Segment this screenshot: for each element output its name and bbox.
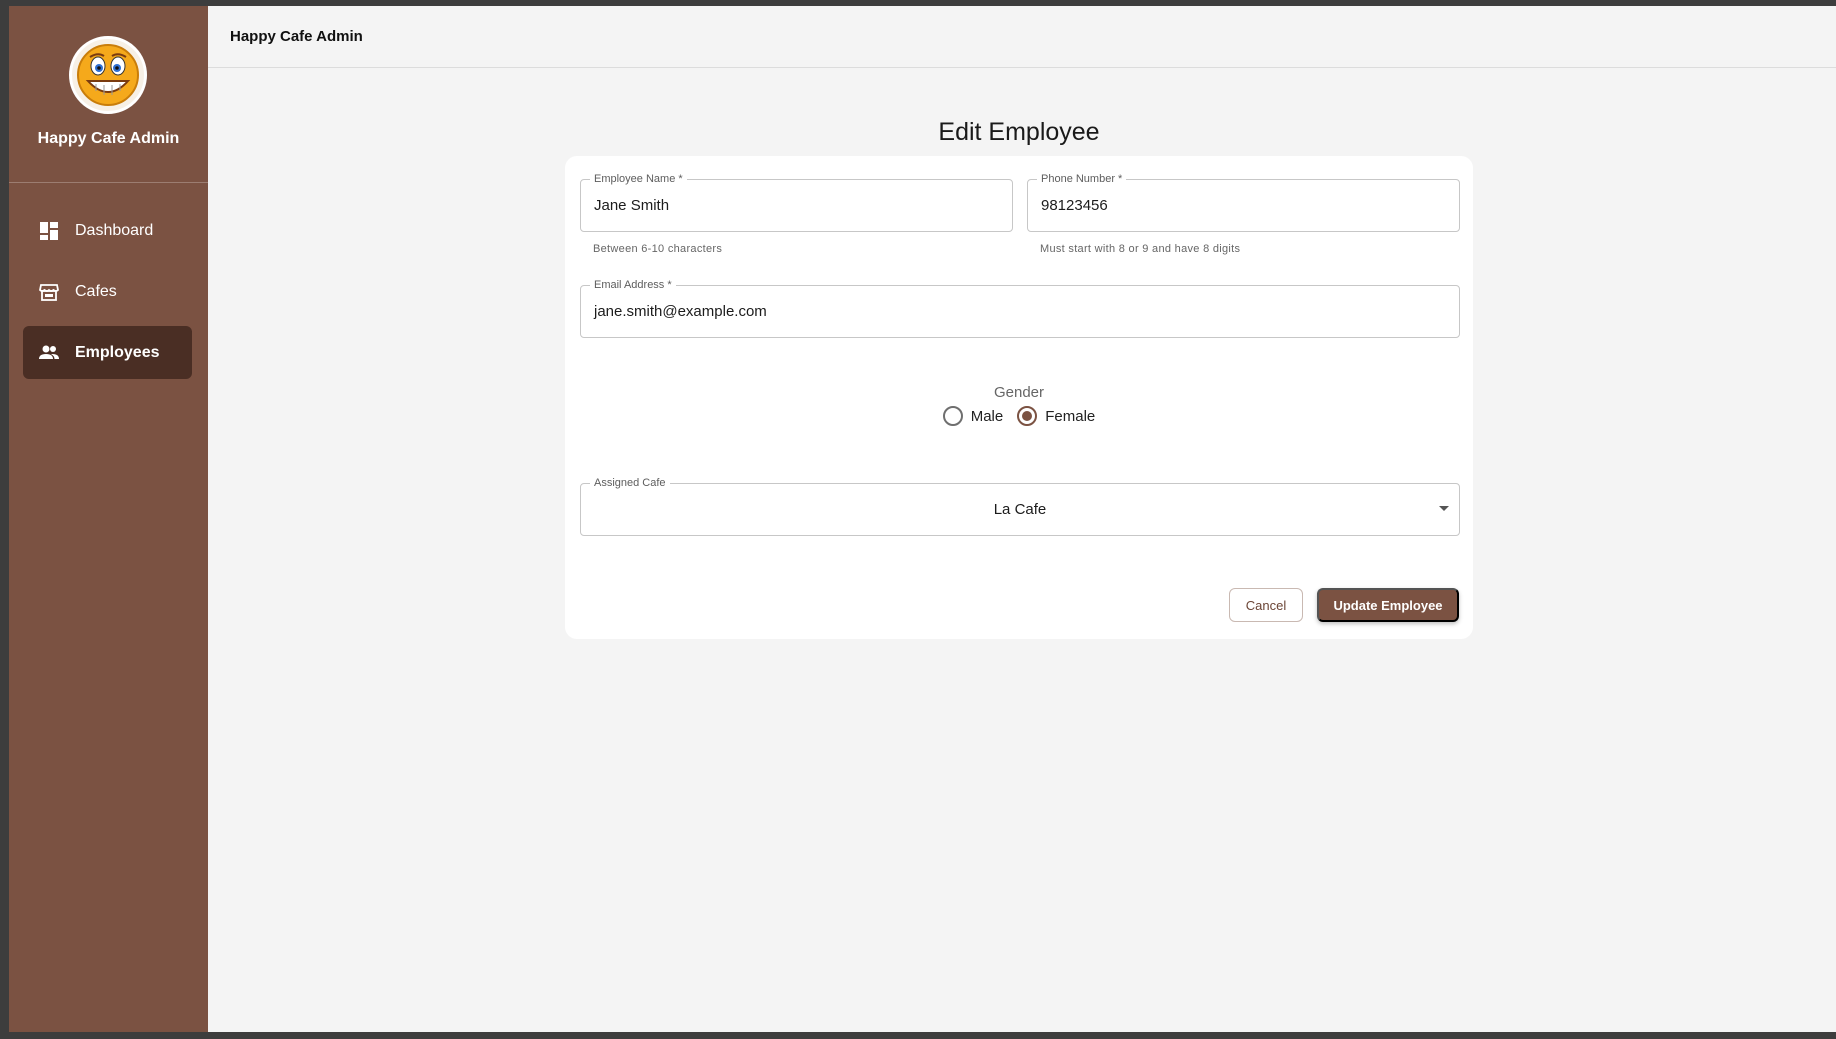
phone-number-field[interactable]: Phone Number * 98123456 [1027,172,1460,232]
gender-option-male[interactable]: Male [942,406,1004,426]
page-title: Edit Employee [938,118,1100,146]
top-bar: Happy Cafe Admin [208,6,1836,68]
phone-number-input[interactable]: 98123456 [1041,197,1108,214]
sidebar-item-label: Employees [75,343,160,361]
app-window: Happy Cafe Admin Dashboard Cafes Employe… [9,6,1836,1032]
app-name: Happy Cafe Admin [37,130,180,147]
gender-option-female[interactable]: Female [1017,406,1095,426]
employee-name-label: Employee Name * [590,172,687,186]
phone-number-helper: Must start with 8 or 9 and have 8 digits [1040,243,1241,255]
radio-male[interactable] [942,406,963,426]
gender-label: Gender [993,384,1045,401]
sidebar-item-employees[interactable]: Employees [23,326,192,379]
sidebar-divider [9,182,208,183]
gender-option-label: Male [970,407,1004,425]
dashboard-icon [37,219,61,243]
gender-radio-group: Male Female [565,406,1473,426]
sidebar-item-cafes[interactable]: Cafes [23,265,192,318]
cancel-button[interactable]: Cancel [1229,588,1303,622]
sidebar-item-dashboard[interactable]: Dashboard [23,204,192,257]
edit-employee-form: Employee Name * Jane Smith Between 6-10 … [565,156,1473,639]
smiley-logo-icon [77,44,139,106]
employee-name-input[interactable]: Jane Smith [594,197,669,214]
email-label: Email Address * [590,278,676,292]
sidebar-item-label: Cafes [75,282,117,300]
assigned-cafe-value: La Cafe [993,501,1047,518]
phone-number-label: Phone Number * [1037,172,1127,186]
assigned-cafe-label: Assigned Cafe [590,476,670,490]
chevron-down-icon[interactable] [1439,506,1449,511]
email-input[interactable]: jane.smith@example.com [594,303,767,320]
assigned-cafe-select[interactable]: Assigned Cafe La Cafe [580,476,1460,536]
employee-name-helper: Between 6-10 characters [593,243,723,255]
email-field[interactable]: Email Address * jane.smith@example.com [580,278,1460,338]
store-icon [37,280,61,304]
logo [69,36,147,114]
sidebar: Happy Cafe Admin Dashboard Cafes Employe… [9,6,208,1032]
people-icon [37,341,61,365]
update-employee-button[interactable]: Update Employee [1317,588,1459,622]
radio-female[interactable] [1017,406,1038,426]
header-title: Happy Cafe Admin [230,28,363,45]
gender-option-label: Female [1045,407,1096,425]
sidebar-item-label: Dashboard [75,221,154,239]
employee-name-field[interactable]: Employee Name * Jane Smith [580,172,1013,232]
